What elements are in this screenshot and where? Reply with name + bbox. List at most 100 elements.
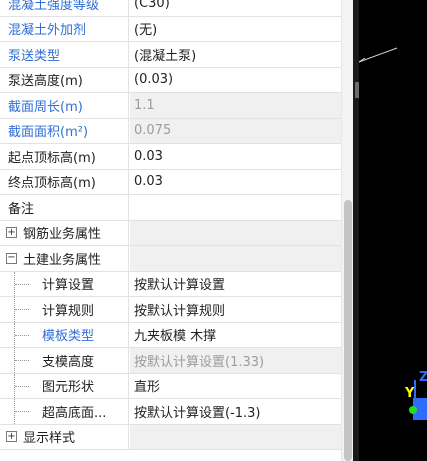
property-value: 1.1 <box>134 97 155 113</box>
property-name-cell: 支模高度 <box>0 348 129 373</box>
property-row[interactable]: 混凝土强度等级 (C30) <box>0 0 341 17</box>
property-name-cell: 备注 <box>0 195 129 220</box>
property-value-cell[interactable]: 直形 <box>130 374 341 399</box>
property-row[interactable]: 截面周长(m) 1.1 <box>0 93 341 119</box>
tree-branch-line <box>15 283 29 286</box>
property-name: 钢筋业务属性 <box>23 227 102 243</box>
property-value: 按默认计算设置(-1.3) <box>134 405 261 421</box>
property-value-cell[interactable]: 按默认计算规则 <box>130 297 341 322</box>
property-row[interactable]: 泵送类型 (混凝土泵) <box>0 42 341 68</box>
property-name-cell: 模板类型 <box>0 322 129 347</box>
property-value-cell[interactable]: 按默认计算设置(-1.3) <box>130 399 341 424</box>
property-value-cell <box>130 424 341 449</box>
property-name-cell: 计算设置 <box>0 271 129 296</box>
property-value: 九夹板模 木撑 <box>134 329 217 345</box>
property-value-cell[interactable]: 0.03 <box>130 144 341 169</box>
property-row[interactable]: 模板类型 九夹板模 木撑 <box>0 322 341 348</box>
property-value: (C30) <box>134 0 170 11</box>
property-value-cell <box>130 246 341 271</box>
scrollbar-thumb[interactable] <box>344 200 352 461</box>
property-row[interactable]: 备注 <box>0 195 341 221</box>
property-value-cell[interactable]: (无) <box>130 17 341 42</box>
property-name-cell: 图元形状 <box>0 373 129 398</box>
expand-icon[interactable]: + <box>6 227 17 239</box>
property-name-cell: 起点顶标高(m) <box>0 144 129 169</box>
property-row[interactable]: 截面面积(m²) 0.075 <box>0 118 341 144</box>
property-value: 按默认计算设置(1.33) <box>134 354 265 370</box>
property-value-cell <box>130 220 341 245</box>
property-value: 按默认计算设置 <box>134 278 226 294</box>
property-name-cell: 终点顶标高(m) <box>0 169 129 194</box>
property-name-cell: 混凝土外加剂 <box>0 16 129 41</box>
property-row[interactable]: 图元形状 直形 <box>0 373 341 399</box>
property-row[interactable]: 终点顶标高(m) 0.03 <box>0 169 341 195</box>
property-name-cell: − 土建业务属性 <box>0 246 129 271</box>
splitter-handle[interactable] <box>355 82 359 98</box>
axis-z-label: Z <box>419 370 427 385</box>
property-value: 按默认计算规则 <box>134 303 226 319</box>
property-name: 截面周长(m) <box>8 99 83 115</box>
property-row[interactable]: + 显示样式 <box>0 424 341 450</box>
property-name: 截面面积(m²) <box>8 125 89 141</box>
property-value: 0.03 <box>134 174 163 190</box>
property-name: 终点顶标高(m) <box>8 176 96 192</box>
tree-branch-line <box>15 334 29 337</box>
collapse-icon[interactable]: − <box>6 252 17 264</box>
property-list: 混凝土强度等级 (C30) 混凝土外加剂 (无) 泵送类型 (混凝土泵) 泵送高度(m) (0… <box>0 0 341 450</box>
property-name-cell: + 显示样式 <box>0 424 129 449</box>
property-value-cell[interactable]: (C30) <box>130 0 341 16</box>
property-name-cell: 泵送高度(m) <box>0 67 129 92</box>
property-name-cell: 截面面积(m²) <box>0 118 129 143</box>
property-value: (0.03) <box>134 72 174 88</box>
property-row[interactable]: 起点顶标高(m) 0.03 <box>0 144 341 170</box>
property-name-cell: 截面周长(m) <box>0 93 129 118</box>
property-value: (无) <box>134 23 158 39</box>
property-row[interactable]: 计算设置 按默认计算设置 <box>0 271 341 297</box>
expand-icon[interactable]: + <box>6 431 17 443</box>
property-name: 混凝土强度等级 <box>8 0 100 13</box>
property-name-cell: 泵送类型 <box>0 42 129 67</box>
tree-branch-line <box>15 360 29 362</box>
property-panel: 混凝土强度等级 (C30) 混凝土外加剂 (无) 泵送类型 (混凝土泵) 泵送高度(m) (0… <box>0 0 341 461</box>
property-value-cell[interactable]: 1.1 <box>130 93 341 118</box>
property-name: 备注 <box>8 201 35 217</box>
property-name: 土建业务属性 <box>23 252 102 268</box>
property-row[interactable]: 混凝土外加剂 (无) <box>0 16 341 42</box>
property-row[interactable]: 计算规则 按默认计算规则 <box>0 297 341 323</box>
panel-splitter[interactable] <box>353 0 359 461</box>
property-value-cell[interactable]: 0.03 <box>130 170 341 195</box>
tree-branch-line <box>15 385 29 388</box>
property-row[interactable]: 泵送高度(m) (0.03) <box>0 67 341 93</box>
property-value: 0.075 <box>134 123 172 139</box>
property-name: 显示样式 <box>23 431 76 447</box>
property-name: 泵送高度(m) <box>8 74 83 90</box>
property-value-cell[interactable]: 0.075 <box>130 118 341 143</box>
property-value-cell[interactable]: 九夹板模 木撑 <box>130 323 341 348</box>
property-scrollbar[interactable] <box>341 0 353 461</box>
property-value-cell[interactable]: (混凝土泵) <box>130 42 341 67</box>
property-name-cell: 混凝土强度等级 <box>0 0 129 16</box>
property-row[interactable]: + 钢筋业务属性 <box>0 220 341 246</box>
tree-branch-line <box>15 309 29 311</box>
tree-branch-line <box>15 411 29 413</box>
axis-y-label: Y <box>405 386 415 401</box>
viewport-drawing <box>358 47 427 420</box>
property-name-cell: 计算规则 <box>0 297 129 322</box>
property-row[interactable]: − 土建业务属性 <box>0 246 341 272</box>
property-value: 直形 <box>134 380 161 396</box>
property-name-cell: + 钢筋业务属性 <box>0 220 129 245</box>
property-row[interactable]: 超高底面... 按默认计算设置(-1.3) <box>0 399 341 425</box>
property-row[interactable]: 支模高度 按默认计算设置(1.33) <box>0 348 341 374</box>
3d-viewport[interactable]: Y Z <box>353 0 427 461</box>
property-value: (混凝土泵) <box>134 48 197 64</box>
property-name-cell: 超高底面... <box>0 399 129 424</box>
property-value-cell[interactable]: 按默认计算设置 <box>130 272 341 297</box>
property-name: 起点顶标高(m) <box>8 150 96 166</box>
property-value-cell[interactable]: (0.03) <box>130 68 341 93</box>
property-value: 0.03 <box>134 148 163 164</box>
property-value-cell[interactable]: 按默认计算设置(1.33) <box>130 348 341 373</box>
axis-origin-dot <box>409 406 417 414</box>
model-edge-line <box>358 47 398 63</box>
property-name: 混凝土外加剂 <box>8 23 87 39</box>
property-value-cell[interactable] <box>130 195 341 220</box>
